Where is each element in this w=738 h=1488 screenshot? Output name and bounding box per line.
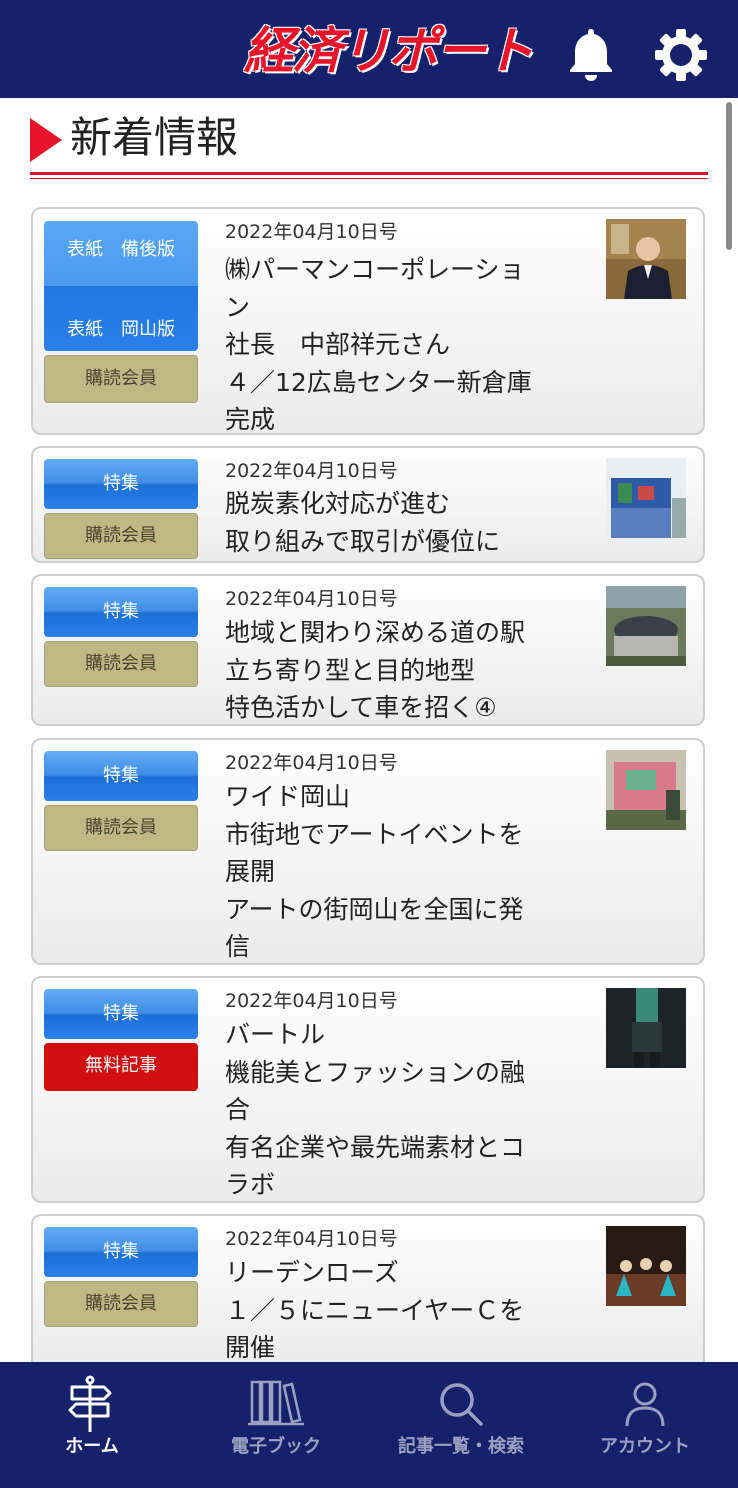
article-date: 2022年04月10日号 [225,460,398,482]
section-divider [30,172,708,175]
member-tag[interactable]: 購読会員 [44,805,198,851]
gear-icon[interactable] [654,28,708,82]
person-icon [625,1382,665,1427]
scrollbar[interactable] [726,102,732,250]
tag-label: 表紙 備後版 [67,239,175,260]
nav-search[interactable]: 記事一覧・検索 [369,1362,553,1488]
feature-tag[interactable]: 特集 [44,1227,198,1277]
article-card[interactable]: 特集 購読会員 2022年04月10日号 地域と関わり深める道の駅 立ち寄り型と… [31,574,705,726]
article-date: 2022年04月10日号 [225,1228,398,1250]
article-date: 2022年04月10日号 [225,221,398,243]
article-title[interactable]: ワイド岡山 市街地でアートイベントを 展開 アートの街岡山を全国に発 信 [225,778,575,966]
feature-tag[interactable]: 特集 [44,751,198,801]
member-tag[interactable]: 購読会員 [44,641,198,687]
article-title[interactable]: 脱炭素化対応が進む 取り組みで取引が優位に [225,485,575,560]
article-date: 2022年04月10日号 [225,990,398,1012]
bell-icon[interactable] [566,26,616,82]
article-card[interactable]: 特集 無料記事 2022年04月10日号 バートル 機能美とファッションの融 合… [31,976,705,1203]
article-card[interactable]: 特集 購読会員 2022年04月10日号 脱炭素化対応が進む 取り組みで取引が優… [31,446,705,563]
article-date: 2022年04月10日号 [225,752,398,774]
tag-label: 表紙 岡山版 [67,319,175,340]
member-tag[interactable]: 購読会員 [44,355,198,403]
free-article-tag[interactable]: 無料記事 [44,1043,198,1091]
article-thumbnail[interactable] [606,750,686,830]
nav-label: アカウント [600,1436,690,1457]
member-tag[interactable]: 購読会員 [44,513,198,559]
article-card[interactable]: 特集 購読会員 2022年04月10日号 リーデンローズ １／５にニューイヤーＣ… [31,1214,705,1366]
nav-account[interactable]: アカウント [553,1362,737,1488]
article-thumbnail[interactable] [606,458,686,538]
feature-tag[interactable]: 特集 [44,587,198,637]
article-thumbnail[interactable] [606,586,686,666]
section-divider-thin [30,178,708,179]
signpost-icon [68,1375,112,1432]
article-thumbnail[interactable] [606,219,686,299]
nav-home[interactable]: ホーム [0,1362,184,1488]
article-title[interactable]: ㈱パーマンコーポレーショ ン 社長 中部祥元さん ４／12広島センター新倉庫 完… [225,251,575,439]
article-date: 2022年04月10日号 [225,588,398,610]
cover-tag[interactable]: 表紙 備後版 表紙 岡山版 [44,221,198,351]
nav-label: 記事一覧・検索 [398,1436,524,1457]
books-icon [248,1380,304,1426]
search-icon [440,1383,483,1426]
article-card[interactable]: 表紙 備後版 表紙 岡山版 購読会員 2022年04月10日号 ㈱パーマンコーポ… [31,207,705,435]
section-header: 新着情報 [30,110,710,180]
feature-tag[interactable]: 特集 [44,989,198,1039]
member-tag[interactable]: 購読会員 [44,1281,198,1327]
article-thumbnail[interactable] [606,988,686,1068]
nav-ebook[interactable]: 電子ブック [184,1362,368,1488]
article-title[interactable]: 地域と関わり深める道の駅 立ち寄り型と目的地型 特色活かして車を招く④ [225,614,575,727]
article-title[interactable]: リーデンローズ １／５にニューイヤーＣを 開催 [225,1254,575,1367]
bottom-nav: ホーム 電子ブック 記事一覧・検索 アカウント [0,1362,738,1488]
nav-label: 電子ブック [231,1436,321,1457]
section-title: 新着情報 [70,113,239,162]
article-title[interactable]: バートル 機能美とファッションの融 合 有名企業や最先端素材とコ ラボ [225,1016,575,1204]
section-arrow-icon [30,118,62,162]
app-logo[interactable]: 経済リポート [244,22,534,80]
nav-label: ホーム [65,1436,119,1457]
feature-tag[interactable]: 特集 [44,459,198,509]
article-card[interactable]: 特集 購読会員 2022年04月10日号 ワイド岡山 市街地でアートイベントを … [31,738,705,965]
app-header: 経済リポート [0,0,738,98]
article-thumbnail[interactable] [606,1226,686,1306]
